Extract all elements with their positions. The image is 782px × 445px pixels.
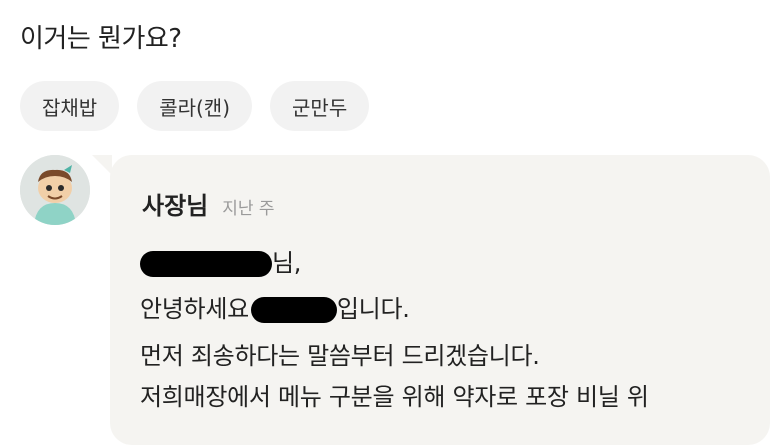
review-question: 이거는 뭔가요? bbox=[20, 24, 182, 54]
reply-time: 지난 주 bbox=[222, 199, 275, 219]
reply-line-1-suffix: 님, bbox=[272, 249, 302, 277]
menu-tag-cola-can[interactable]: 콜라(캔) bbox=[137, 81, 253, 131]
reply-line-2-prefix: 안녕하세요 bbox=[140, 295, 249, 323]
menu-tag-list: 잡채밥 콜라(캔) 군만두 bbox=[20, 81, 370, 131]
redacted-store-name bbox=[250, 297, 337, 323]
reply-header: 사장님 지난 주 bbox=[142, 186, 275, 221]
reply-bubble-tail bbox=[92, 155, 112, 175]
reply-line-4: 저희매장에서 메뉴 구분을 위해 약자로 포장 비닐 위 bbox=[140, 383, 649, 411]
reply-author: 사장님 bbox=[142, 192, 209, 220]
owner-avatar bbox=[20, 155, 90, 225]
menu-tag-japchae-rice[interactable]: 잡채밥 bbox=[20, 81, 120, 131]
owner-avatar-icon bbox=[20, 155, 90, 225]
redacted-customer-name bbox=[140, 251, 272, 277]
reply-line-3: 먼저 죄송하다는 말씀부터 드리겠습니다. bbox=[140, 342, 540, 370]
reply-line-1: 님, bbox=[140, 243, 301, 278]
reply-line-2: 안녕하세요 입니다. bbox=[140, 289, 410, 324]
reply-line-2-suffix: 입니다. bbox=[336, 295, 410, 323]
menu-tag-fried-dumplings[interactable]: 군만두 bbox=[270, 81, 370, 131]
